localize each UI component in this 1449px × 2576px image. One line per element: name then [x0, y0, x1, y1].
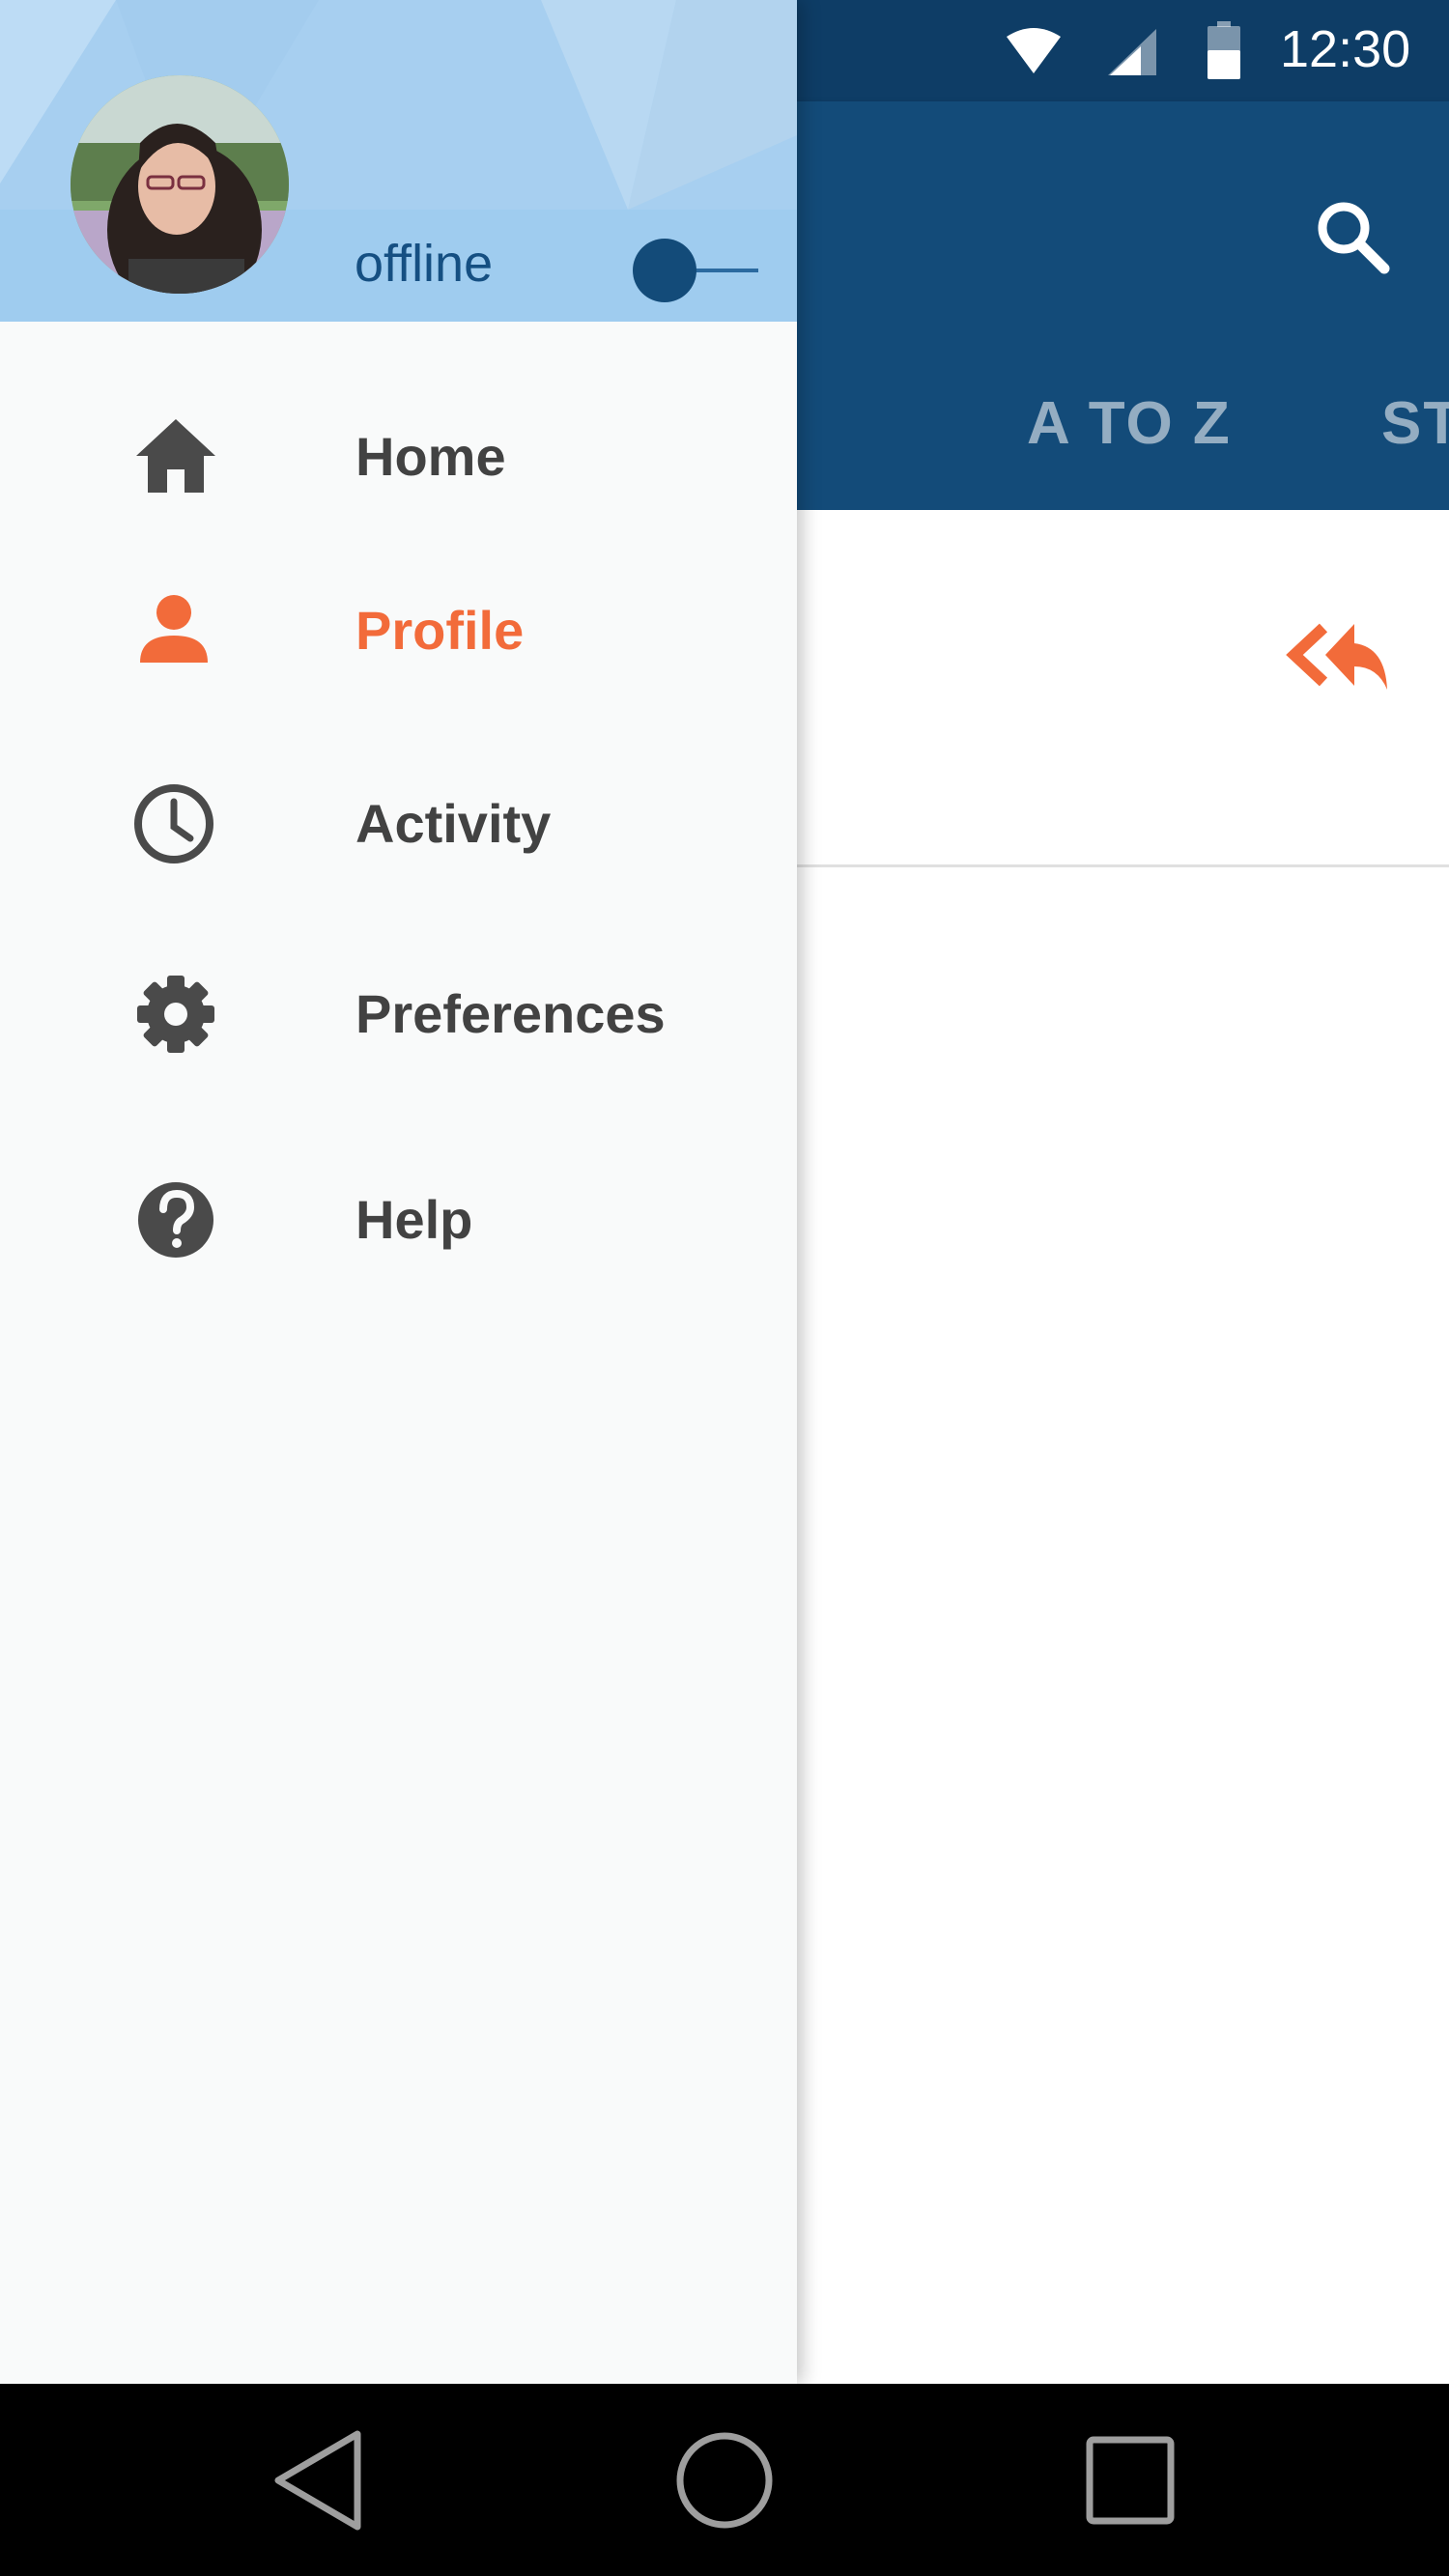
system-navigation-bar	[0, 2384, 1449, 2576]
tab-a-to-z[interactable]: A TO Z	[1027, 389, 1232, 458]
navigation-drawer: offline Home Profile Activity Preference…	[0, 0, 797, 2384]
wifi-icon	[1007, 28, 1061, 73]
tab-st[interactable]: ST	[1381, 389, 1449, 458]
online-status-toggle[interactable]	[633, 237, 758, 304]
recents-icon[interactable]	[1072, 2422, 1188, 2538]
battery-icon	[1208, 21, 1240, 79]
reply-all-icon[interactable]	[1285, 618, 1391, 695]
nav-item-home[interactable]: Home	[0, 384, 797, 529]
home-icon	[136, 419, 215, 493]
nav-item-label: Preferences	[355, 983, 666, 1044]
avatar[interactable]	[71, 75, 289, 294]
online-status-label: offline	[355, 235, 494, 293]
nav-item-help[interactable]: Help	[0, 1147, 797, 1292]
status-time: 12:30	[1280, 20, 1411, 78]
nav-item-label: Profile	[355, 600, 525, 661]
drawer-header: offline	[0, 0, 797, 322]
help-icon	[138, 1182, 213, 1258]
nav-item-activity[interactable]: Activity	[0, 751, 797, 896]
nav-item-label: Help	[355, 1189, 473, 1250]
content-divider	[797, 864, 1449, 867]
back-icon[interactable]	[261, 2422, 377, 2538]
cell-signal-icon	[1108, 29, 1156, 75]
person-icon	[140, 595, 208, 663]
nav-item-preferences[interactable]: Preferences	[0, 942, 797, 1087]
search-icon[interactable]	[1309, 193, 1396, 280]
toggle-thumb	[633, 239, 696, 302]
nav-item-label: Activity	[355, 793, 552, 854]
home-circle-icon[interactable]	[667, 2422, 782, 2538]
clock-icon	[134, 784, 213, 863]
nav-item-profile[interactable]: Profile	[0, 558, 797, 703]
nav-item-label: Home	[355, 426, 506, 487]
gear-icon	[137, 976, 214, 1053]
